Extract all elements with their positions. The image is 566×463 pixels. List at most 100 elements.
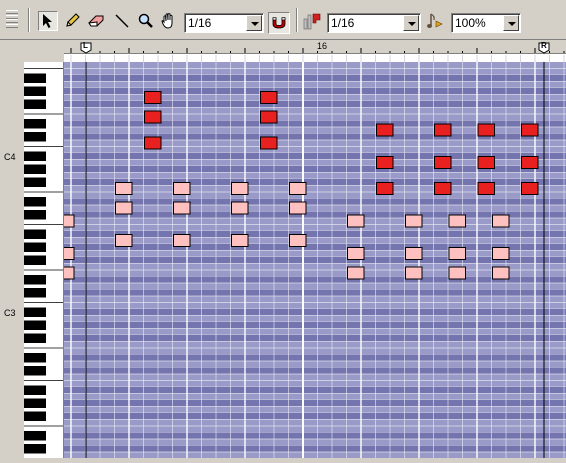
grid-row-dark [64,387,566,394]
note [448,266,466,280]
note-accent [260,110,278,124]
note-accent [477,182,495,195]
black-key [24,353,46,363]
scroll-tool-button[interactable] [159,11,179,31]
note-accent [477,156,495,169]
toolbar-grip[interactable] [6,10,18,28]
note-grid[interactable] [64,62,566,458]
note-accent [521,156,539,169]
note [115,234,133,247]
right-locator-marker[interactable]: R [537,41,551,54]
magnet-icon [272,17,286,29]
note [289,201,307,215]
note [492,214,510,228]
quantize-select[interactable]: 1/16 [327,13,421,33]
note [289,234,307,247]
grid-row-dark [64,367,566,374]
toolbar-separator [296,8,298,32]
black-key [24,151,46,161]
black-key [24,411,46,421]
eraser-icon [88,15,104,27]
grid-row-dark [64,231,566,238]
grid-row-dark [64,322,566,329]
piano-keys[interactable] [24,62,64,459]
note [448,247,466,260]
c3-label: C3 [4,308,16,318]
note-accent [144,136,162,150]
note [289,182,307,195]
black-key [24,229,46,239]
grid-row-dark [64,432,566,439]
chevron-down-icon[interactable] [246,15,262,31]
keyboard-header [0,40,64,62]
black-key [24,320,46,330]
black-key [24,73,46,83]
grid-row-dark [64,244,566,251]
note-accent [144,91,162,104]
eraser-tool-button[interactable] [86,11,106,31]
note-accent [521,123,539,137]
note [64,247,75,260]
hand-icon [161,13,173,29]
black-key [24,366,46,376]
note-accent [260,91,278,104]
note [173,234,191,247]
grid-row-dark [64,211,566,218]
note-grid-graphic [64,62,566,458]
black-key [24,197,46,207]
zoom-tool-button[interactable] [136,11,156,31]
toolbar-separator [28,8,30,32]
black-key [24,255,46,265]
note-accent [376,156,394,169]
pencil-tool-button[interactable] [62,11,82,31]
note [492,247,510,260]
grid-row-dark [64,198,566,205]
note-accent [376,123,394,137]
black-key [24,119,46,129]
piano-roll-toolbar: 1/16 1/16 100% [0,0,566,40]
note [347,214,365,228]
black-key [24,288,46,298]
c4-label: C4 [4,152,16,162]
quantize-icon [303,13,321,30]
black-key [24,132,46,142]
note-accent [376,182,394,195]
quantize-button[interactable] [302,11,322,31]
note [115,182,133,195]
grid-row-dark [64,276,566,283]
grid-row-dark [64,354,566,361]
black-key [24,307,46,317]
black-key [24,333,46,343]
right-locator-label: R [541,41,547,50]
black-key [24,210,46,220]
grid-row-dark [64,413,566,420]
note-length-icon [427,13,443,28]
line-tool-button[interactable] [112,11,132,31]
zoom-select[interactable]: 100% [451,13,521,33]
left-locator-marker[interactable]: L [79,41,93,54]
grid-row-dark [64,445,566,452]
ruler-bar-label: 16 [317,41,328,51]
zoom-select-value: 100% [455,16,486,30]
chevron-down-icon[interactable] [403,15,419,31]
snap-toggle-button[interactable] [268,12,290,34]
snap-select[interactable]: 1/16 [184,13,264,33]
timeline-ruler[interactable]: 16 L R [56,40,566,62]
black-key [24,164,46,174]
zoom-button[interactable] [425,11,445,31]
black-key [24,275,46,285]
magnifier-icon [138,13,153,28]
line-icon [115,14,129,28]
grid-row-dark [64,400,566,407]
select-tool-button[interactable] [38,11,58,31]
note [173,182,191,195]
piano-keys-graphic [24,62,64,459]
pencil-icon [66,13,80,27]
left-locator-label: L [83,41,88,50]
chevron-down-icon[interactable] [503,15,519,31]
note-accent [260,136,278,150]
note [231,234,249,247]
note [405,214,423,228]
note [405,266,423,280]
ruler-graphic [56,48,566,62]
